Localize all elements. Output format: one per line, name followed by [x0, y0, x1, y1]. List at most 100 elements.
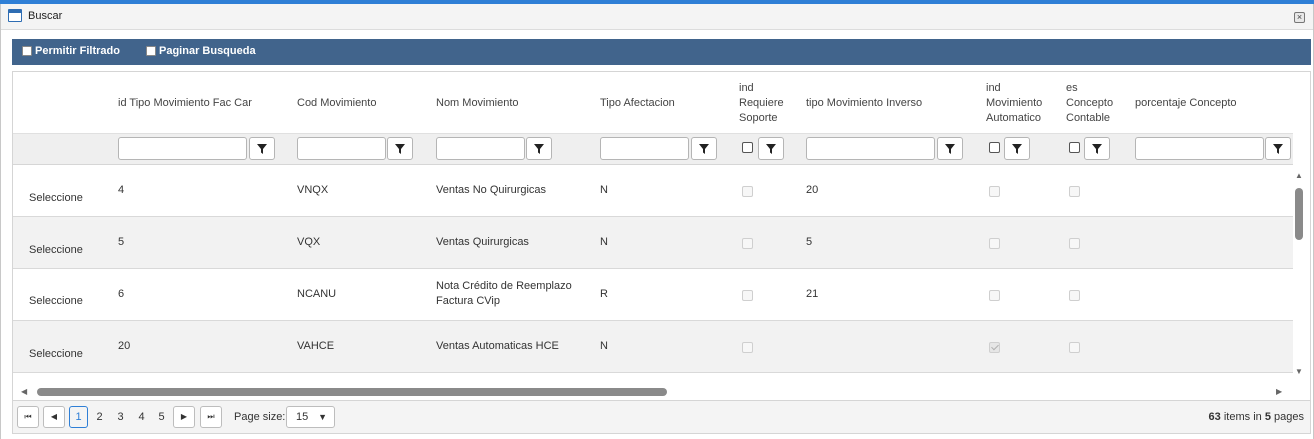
header-nom-movimiento[interactable]: Nom Movimiento [436, 96, 519, 111]
filter-button[interactable] [526, 137, 552, 160]
filter-input-cod-movimiento[interactable] [297, 137, 386, 160]
first-page-button[interactable]: ⏮ [17, 406, 39, 428]
filter-checkbox-ind-mov-automatico[interactable] [989, 142, 1000, 153]
options-bar: Permitir Filtrado Paginar Busqueda [12, 39, 1311, 65]
filter-row [13, 134, 1293, 165]
cell-id: 5 [118, 236, 125, 248]
cell-id: 6 [118, 288, 125, 300]
table-row: Seleccione 6 NCANU Nota Crédito de Reemp… [13, 269, 1293, 321]
page-size-value: 15 [296, 411, 309, 423]
filter-button[interactable] [1265, 137, 1291, 160]
paginar-busqueda-label: Paginar Busqueda [159, 45, 256, 57]
filter-checkbox-es-concepto-contable[interactable] [1069, 142, 1080, 153]
filter-button[interactable] [387, 137, 413, 160]
cell-nom-line: Ventas Automaticas HCE [436, 340, 559, 352]
vertical-scroll-thumb[interactable] [1295, 188, 1303, 240]
horizontal-scrollbar[interactable]: ◀ ▶ [13, 383, 1293, 400]
dialog-titlebar: Buscar × [1, 4, 1313, 30]
last-page-button[interactable]: ⏭ [200, 406, 222, 428]
page-number[interactable]: 5 [152, 406, 171, 428]
filter-button[interactable] [249, 137, 275, 160]
cell-nom: Nota Crédito de Reemplazo Factura CVip [436, 279, 572, 309]
cell-nom: Ventas Quirurgicas [436, 235, 529, 250]
vertical-scrollbar[interactable]: ▲ ▼ [1293, 165, 1310, 383]
filter-icon [945, 144, 955, 154]
checkbox-req-soporte [742, 186, 753, 197]
checkbox-concepto-contable [1069, 186, 1080, 197]
page-size-label: Page size: [234, 411, 286, 423]
filter-button[interactable] [1084, 137, 1110, 160]
page-number[interactable]: 2 [90, 406, 109, 428]
close-icon[interactable]: × [1294, 12, 1305, 23]
header-ind-mov-automatico[interactable]: ind Movimiento Automatico [986, 81, 1042, 126]
page-size-select[interactable]: 15 ▼ [286, 406, 335, 428]
paginar-busqueda-option[interactable]: Paginar Busqueda [146, 45, 256, 57]
header-porcentaje-concepto[interactable]: porcentaje Concepto [1135, 96, 1237, 111]
results-grid: id Tipo Movimiento Fac Car Cod Movimient… [12, 71, 1311, 434]
cell-cod: NCANU [297, 288, 337, 300]
header-cod-movimiento[interactable]: Cod Movimiento [297, 96, 376, 111]
select-link[interactable]: Seleccione [29, 294, 83, 309]
permitir-filtrado-checkbox[interactable] [22, 46, 32, 56]
scroll-down-icon[interactable]: ▼ [1295, 367, 1303, 376]
header-line: ind [739, 82, 754, 94]
cell-cod: VAHCE [297, 340, 335, 352]
header-id-tipo[interactable]: id Tipo Movimiento Fac Car [118, 96, 252, 111]
filter-input-tipo-afectacion[interactable] [600, 137, 689, 160]
next-page-button[interactable]: ▶ [173, 406, 195, 428]
permitir-filtrado-option[interactable]: Permitir Filtrado [22, 45, 120, 57]
paginar-busqueda-checkbox[interactable] [146, 46, 156, 56]
filter-input-id-tipo[interactable] [118, 137, 247, 160]
total-items: 63 [1208, 411, 1221, 423]
dialog-title: Buscar [28, 10, 63, 22]
table-row: Seleccione 4 VNQX Ventas No Quirurgicas … [13, 165, 1293, 217]
filter-input-tipo-mov-inverso[interactable] [806, 137, 935, 160]
scroll-left-icon[interactable]: ◀ [21, 387, 27, 396]
cell-nom-line: Factura CVip [436, 295, 500, 307]
checkbox-concepto-contable [1069, 342, 1080, 353]
header-line: Soporte [739, 112, 778, 124]
checkbox-mov-automatico [989, 238, 1000, 249]
cell-afect: N [600, 184, 608, 196]
grid-header: id Tipo Movimiento Fac Car Cod Movimient… [13, 72, 1293, 134]
header-es-concepto-contable[interactable]: es Concepto Contable [1066, 81, 1113, 126]
header-ind-requiere-soporte[interactable]: ind Requiere Soporte [739, 81, 784, 126]
search-dialog: Buscar × Permitir Filtrado Paginar Busqu… [0, 4, 1314, 439]
filter-button[interactable] [691, 137, 717, 160]
page-number[interactable]: 3 [111, 406, 130, 428]
header-line: Movimiento [986, 97, 1043, 109]
header-line: es [1066, 82, 1078, 94]
cell-nom: Ventas Automaticas HCE [436, 339, 559, 354]
select-link[interactable]: Seleccione [29, 243, 83, 258]
prev-page-button[interactable]: ◀ [43, 406, 65, 428]
horizontal-scroll-thumb[interactable] [37, 388, 667, 396]
cell-nom-line: Ventas No Quirurgicas [436, 184, 547, 196]
page-number[interactable]: 4 [132, 406, 151, 428]
filter-button[interactable] [758, 137, 784, 160]
page-number[interactable]: 1 [69, 406, 88, 428]
cell-nom: Ventas No Quirurgicas [436, 183, 546, 198]
checkbox-concepto-contable [1069, 290, 1080, 301]
filter-input-nom-movimiento[interactable] [436, 137, 525, 160]
pager: ⏮ ◀ 1 2 3 4 5 ▶ ⏭ Page size: 15 ▼ 63 ite… [13, 400, 1310, 433]
checkbox-mov-automatico [989, 186, 1000, 197]
filter-button[interactable] [937, 137, 963, 160]
cell-afect: N [600, 340, 608, 352]
scroll-right-icon[interactable]: ▶ [1276, 387, 1282, 396]
cell-inverso: 5 [806, 236, 813, 248]
select-link[interactable]: Seleccione [29, 191, 83, 206]
header-line: Automatico [986, 112, 1042, 124]
header-tipo-mov-inverso[interactable]: tipo Movimiento Inverso [806, 96, 922, 111]
header-tipo-afectacion[interactable]: Tipo Afectacion [600, 96, 675, 111]
total-pages: 5 [1264, 411, 1271, 423]
scroll-up-icon[interactable]: ▲ [1295, 171, 1303, 180]
header-line: Concepto [1066, 97, 1114, 109]
cell-nom-line: Nota Crédito de Reemplazo [436, 280, 572, 292]
cell-afect: N [600, 236, 608, 248]
filter-button[interactable] [1004, 137, 1030, 160]
select-link[interactable]: Seleccione [29, 347, 83, 362]
filter-icon [1012, 144, 1022, 154]
filter-checkbox-ind-requiere-soporte[interactable] [742, 142, 753, 153]
cell-id: 20 [118, 340, 131, 352]
filter-input-porcentaje-concepto[interactable] [1135, 137, 1264, 160]
